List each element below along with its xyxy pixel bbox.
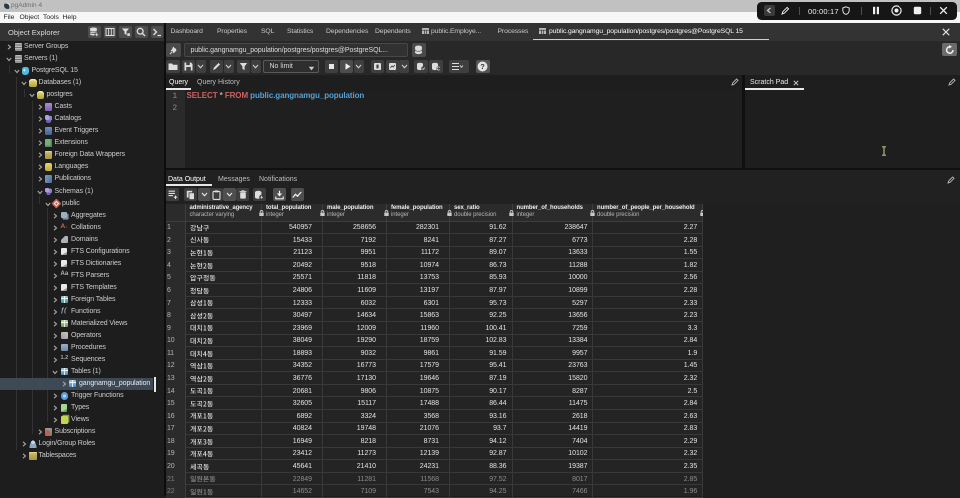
- svg-text:?: ?: [480, 62, 485, 71]
